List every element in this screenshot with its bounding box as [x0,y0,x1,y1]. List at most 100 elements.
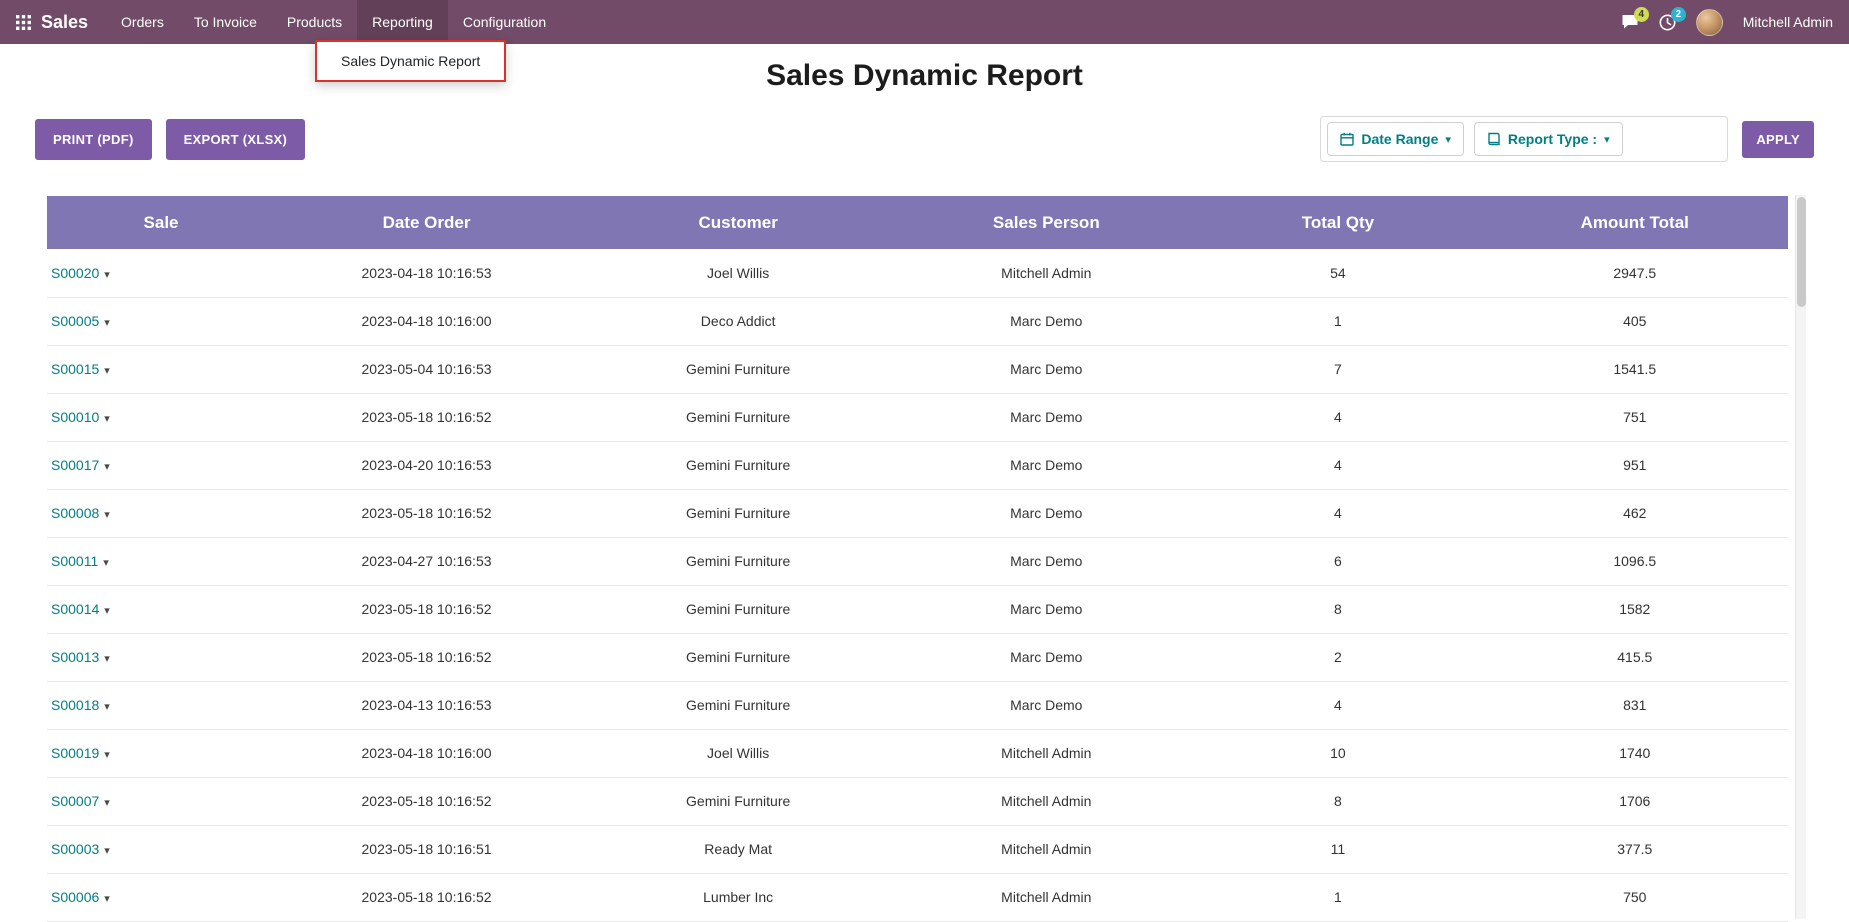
app-brand[interactable]: Sales [41,12,88,33]
total-qty-cell: 1 [1194,873,1481,921]
activities-badge: 2 [1671,7,1686,22]
header-total-qty: Total Qty [1194,196,1481,249]
table-row: S00018▾2023-04-13 10:16:53Gemini Furnitu… [47,681,1788,729]
sale-dropdown-caret-icon[interactable]: ▾ [104,749,110,761]
salesperson-cell: Mitchell Admin [898,249,1194,297]
table-row: S00011▾2023-04-27 10:16:53Gemini Furnitu… [47,537,1788,585]
date-order-cell: 2023-04-18 10:16:00 [275,297,578,345]
date-range-dropdown[interactable]: Date Range ▾ [1327,122,1464,156]
report-type-dropdown[interactable]: Report Type : ▾ [1474,122,1623,156]
menu-configuration[interactable]: Configuration [448,0,561,44]
salesperson-cell: Mitchell Admin [898,825,1194,873]
sale-cell: S00019 ▾ [47,729,275,777]
sale-dropdown-caret-icon[interactable]: ▾ [104,413,110,425]
sale-order-link[interactable]: S00015 [51,361,99,377]
sale-order-link[interactable]: S00005 [51,313,99,329]
sale-order-link[interactable]: S00003 [51,841,99,857]
sale-dropdown-caret-icon[interactable]: ▾ [104,317,110,329]
salesperson-cell: Marc Demo [898,681,1194,729]
sale-cell: S00006 ▾ [47,873,275,921]
export-xlsx-button[interactable]: EXPORT (XLSX) [166,119,306,160]
date-order-cell: 2023-04-18 10:16:00 [275,729,578,777]
amount-total-cell: 750 [1482,873,1788,921]
sale-order-link[interactable]: S00011 [51,553,98,569]
calendar-icon [1340,132,1354,146]
chevron-down-icon: ▾ [1604,133,1610,146]
menu-item-sales-dynamic-report[interactable]: Sales Dynamic Report [317,42,504,80]
sale-cell: S00010 ▾ [47,393,275,441]
sale-order-link[interactable]: S00008 [51,505,99,521]
report-table: Sale Date Order Customer Sales Person To… [47,196,1788,922]
sale-dropdown-caret-icon[interactable]: ▾ [104,269,110,281]
total-qty-cell: 4 [1194,489,1481,537]
sale-order-link[interactable]: S00010 [51,409,99,425]
amount-total-cell: 1096.5 [1482,537,1788,585]
report-book-icon [1487,132,1501,146]
customer-cell: Gemini Furniture [578,633,898,681]
apply-button[interactable]: APPLY [1742,121,1814,158]
table-row: S00010▾2023-05-18 10:16:52Gemini Furnitu… [47,393,1788,441]
menu-products[interactable]: Products [272,0,357,44]
sale-order-link[interactable]: S00013 [51,649,99,665]
menu-orders[interactable]: Orders [106,0,179,44]
customer-cell: Gemini Furniture [578,441,898,489]
sale-order-link[interactable]: S00014 [51,601,99,617]
messages-button[interactable]: 4 [1621,14,1639,30]
header-customer: Customer [578,196,898,249]
table-row: S00007▾2023-05-18 10:16:52Gemini Furnitu… [47,777,1788,825]
sale-cell: S00011 ▾ [47,537,275,585]
customer-cell: Joel Willis [578,249,898,297]
table-row: S00020▾2023-04-18 10:16:53Joel WillisMit… [47,249,1788,297]
sale-dropdown-caret-icon[interactable]: ▾ [104,461,110,473]
table-row: S00015▾2023-05-04 10:16:53Gemini Furnitu… [47,345,1788,393]
sale-dropdown-caret-icon[interactable]: ▾ [104,845,110,857]
user-name[interactable]: Mitchell Admin [1743,14,1833,30]
sale-order-link[interactable]: S00007 [51,793,99,809]
sale-order-link[interactable]: S00019 [51,745,99,761]
print-pdf-button[interactable]: PRINT (PDF) [35,119,152,160]
sale-dropdown-caret-icon[interactable]: ▾ [104,893,110,905]
apps-grid-icon[interactable] [16,15,31,30]
table-row: S00014▾2023-05-18 10:16:52Gemini Furnitu… [47,585,1788,633]
activities-button[interactable]: 2 [1659,14,1676,31]
customer-cell: Gemini Furniture [578,585,898,633]
table-row: S00006▾2023-05-18 10:16:52Lumber IncMitc… [47,873,1788,921]
sale-cell: S00017 ▾ [47,441,275,489]
menu-to-invoice[interactable]: To Invoice [179,0,272,44]
sale-dropdown-caret-icon[interactable]: ▾ [104,365,110,377]
sale-dropdown-caret-icon[interactable]: ▾ [104,605,110,617]
amount-total-cell: 415.5 [1482,633,1788,681]
sale-cell: S00020 ▾ [47,249,275,297]
amount-total-cell: 462 [1482,489,1788,537]
sale-order-link[interactable]: S00020 [51,265,99,281]
table-row: S00019▾2023-04-18 10:16:00Joel WillisMit… [47,729,1788,777]
amount-total-cell: 1740 [1482,729,1788,777]
sale-dropdown-caret-icon[interactable]: ▾ [104,701,110,713]
customer-cell: Gemini Furniture [578,345,898,393]
sale-dropdown-caret-icon[interactable]: ▾ [104,797,110,809]
sale-order-link[interactable]: S00017 [51,457,99,473]
report-type-label: Report Type : [1508,131,1597,147]
navbar-right-systray: 4 2 Mitchell Admin [1621,9,1833,36]
amount-total-cell: 831 [1482,681,1788,729]
salesperson-cell: Marc Demo [898,537,1194,585]
salesperson-cell: Marc Demo [898,585,1194,633]
total-qty-cell: 8 [1194,777,1481,825]
sale-dropdown-caret-icon[interactable]: ▾ [104,509,110,521]
menu-reporting[interactable]: Reporting [357,0,448,44]
sale-dropdown-caret-icon[interactable]: ▾ [103,557,109,569]
sale-order-link[interactable]: S00018 [51,697,99,713]
vertical-scrollbar[interactable] [1795,195,1806,919]
date-order-cell: 2023-04-13 10:16:53 [275,681,578,729]
total-qty-cell: 54 [1194,249,1481,297]
scrollbar-thumb[interactable] [1797,197,1806,307]
avatar[interactable] [1696,9,1723,36]
sale-dropdown-caret-icon[interactable]: ▾ [104,653,110,665]
sale-order-link[interactable]: S00006 [51,889,99,905]
total-qty-cell: 7 [1194,345,1481,393]
salesperson-cell: Marc Demo [898,393,1194,441]
filter-group: Date Range ▾ Report Type : ▾ [1320,116,1728,162]
salesperson-cell: Marc Demo [898,345,1194,393]
date-order-cell: 2023-05-18 10:16:52 [275,489,578,537]
page-title: Sales Dynamic Report [0,58,1849,94]
